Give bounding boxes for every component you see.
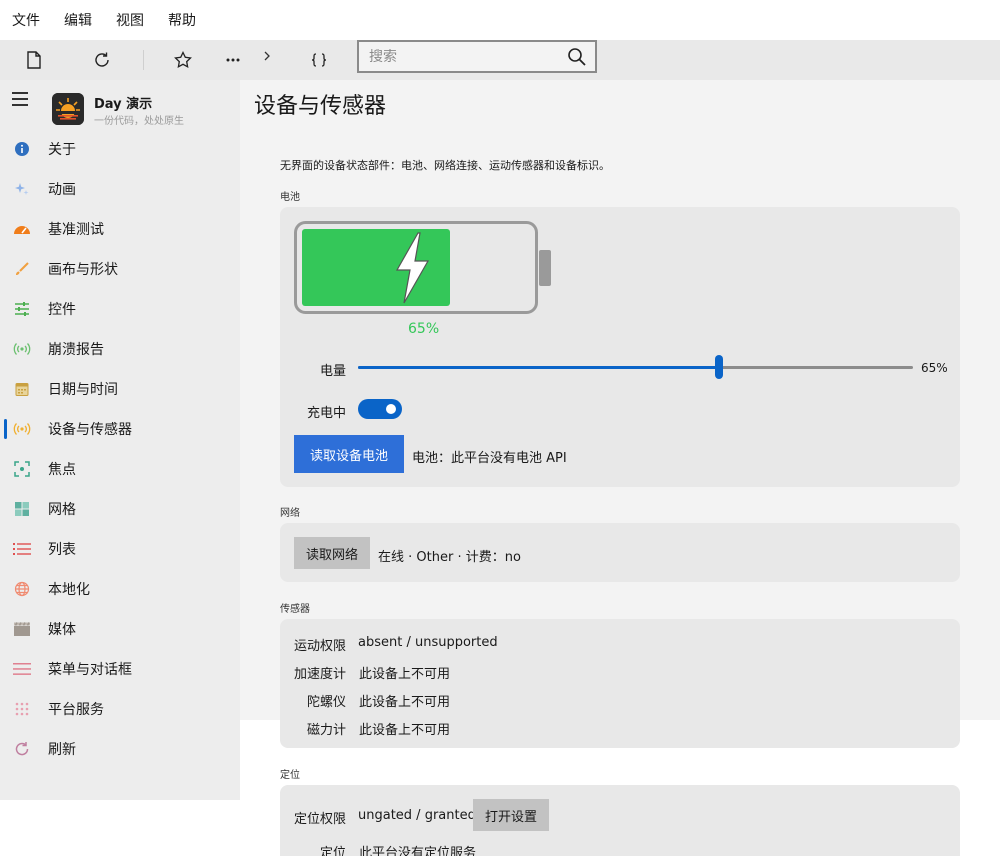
star-icon[interactable]: [171, 48, 195, 72]
open-settings-button[interactable]: 打开设置: [473, 799, 549, 831]
chevron-right-icon[interactable]: [255, 44, 279, 68]
sidebar-item-crash-report[interactable]: 崩溃报告: [0, 329, 240, 369]
menu-edit[interactable]: 编辑: [64, 10, 92, 30]
charging-label: 充电中: [307, 406, 347, 421]
page-description: 无界面的设备状态部件：电池、网络连接、运动传感器和设备标识。: [280, 159, 610, 172]
search-box[interactable]: [357, 40, 597, 73]
sidebar-item-platform-services[interactable]: 平台服务: [0, 689, 240, 729]
battery-terminal: [539, 250, 551, 286]
magnetometer-label: 磁力计: [307, 723, 347, 738]
app-subtitle: 一份代码，处处原生: [94, 116, 184, 127]
toggle-knob: [386, 404, 396, 414]
refresh-icon: [13, 740, 31, 758]
page-title: 设备与传感器: [254, 94, 387, 119]
sliders-icon: [13, 300, 31, 318]
dots-grid-icon: [13, 700, 31, 718]
network-status: 在线 · Other · 计费：no: [378, 550, 521, 565]
hamburger-icon[interactable]: [12, 92, 28, 106]
magnetometer-value: 此设备上不可用: [359, 723, 451, 738]
sensors-section-label: 传感器: [280, 604, 310, 615]
menu-view[interactable]: 视图: [116, 10, 144, 30]
menu-help[interactable]: 帮助: [168, 10, 196, 30]
gyroscope-value: 此设备上不可用: [359, 695, 451, 710]
info-icon: [13, 140, 31, 158]
sidebar-item-menus-dialogs[interactable]: 菜单与对话框: [0, 649, 240, 689]
read-battery-button[interactable]: 读取设备电池: [294, 435, 404, 473]
sidebar-item-benchmark[interactable]: 基准测试: [0, 209, 240, 249]
grid-icon: [13, 500, 31, 518]
motion-permission-label: 运动权限: [294, 639, 347, 654]
menu-icon: [13, 660, 31, 678]
toolbar-divider: [143, 50, 144, 70]
read-network-button[interactable]: 读取网络: [294, 537, 370, 569]
globe-icon: [13, 580, 31, 598]
braces-icon[interactable]: [307, 48, 331, 72]
focus-icon: [13, 460, 31, 478]
slider-fill: [358, 366, 719, 369]
sparkle-icon: [13, 180, 31, 198]
toolbar: [0, 40, 1000, 80]
brush-icon: [13, 260, 31, 278]
broadcast-icon: [13, 340, 31, 358]
gyroscope-label: 陀螺仪: [307, 695, 347, 710]
sidebar-item-media[interactable]: 媒体: [0, 609, 240, 649]
sidebar: Day 演示 一份代码，处处原生 关于 动画 基准测试 画布与形状 控件 崩溃报…: [0, 80, 240, 800]
charging-toggle[interactable]: [358, 399, 402, 419]
clapper-icon: [13, 620, 31, 638]
accelerometer-value: 此设备上不可用: [359, 667, 451, 682]
list-icon: [13, 540, 31, 558]
accelerometer-label: 加速度计: [294, 667, 347, 682]
battery-status: 电池：此平台没有电池 API: [412, 451, 567, 466]
sidebar-item-controls[interactable]: 控件: [0, 289, 240, 329]
calendar-icon: [13, 380, 31, 398]
sidebar-item-date-time[interactable]: 日期与时间: [0, 369, 240, 409]
new-document-icon[interactable]: [22, 48, 46, 72]
battery-section-label: 电池: [280, 192, 300, 203]
sidebar-item-device-sensors[interactable]: 设备与传感器: [0, 409, 240, 449]
location-value: 此平台没有定位服务: [359, 846, 477, 856]
battery-illustration: [294, 221, 551, 314]
location-label: 定位: [320, 846, 347, 856]
location-section-label: 定位: [280, 770, 300, 781]
sidebar-item-refresh[interactable]: 刷新: [0, 729, 240, 769]
battery-level-value: 65%: [921, 361, 948, 375]
speedometer-icon: [13, 220, 31, 238]
sidebar-item-animation[interactable]: 动画: [0, 169, 240, 209]
sidebar-item-localization[interactable]: 本地化: [0, 569, 240, 609]
location-permission-label: 定位权限: [294, 812, 347, 827]
menu-bar: 文件 编辑 视图 帮助: [0, 0, 1000, 40]
motion-permission-value: absent / unsupported: [358, 635, 498, 650]
slider-thumb[interactable]: [715, 355, 723, 379]
battery-level-label: 电量: [320, 364, 347, 379]
sidebar-item-canvas[interactable]: 画布与形状: [0, 249, 240, 289]
network-section-label: 网络: [280, 508, 300, 519]
battery-percent: 65%: [408, 321, 440, 337]
sidebar-item-about[interactable]: 关于: [0, 129, 240, 169]
sensor-icon: [13, 420, 31, 438]
more-icon[interactable]: [221, 48, 245, 72]
menu-file[interactable]: 文件: [12, 10, 40, 30]
app-title: Day 演示: [94, 97, 153, 112]
battery-level-fill: [302, 229, 450, 306]
search-icon[interactable]: [567, 47, 587, 71]
app-logo: [52, 93, 84, 125]
battery-level-slider[interactable]: [358, 355, 913, 379]
sidebar-item-grid[interactable]: 网格: [0, 489, 240, 529]
sidebar-item-focus[interactable]: 焦点: [0, 449, 240, 489]
search-input[interactable]: [359, 48, 559, 65]
location-permission-value: ungated / granted: [358, 808, 476, 823]
refresh-icon[interactable]: [90, 48, 114, 72]
sidebar-item-list[interactable]: 列表: [0, 529, 240, 569]
